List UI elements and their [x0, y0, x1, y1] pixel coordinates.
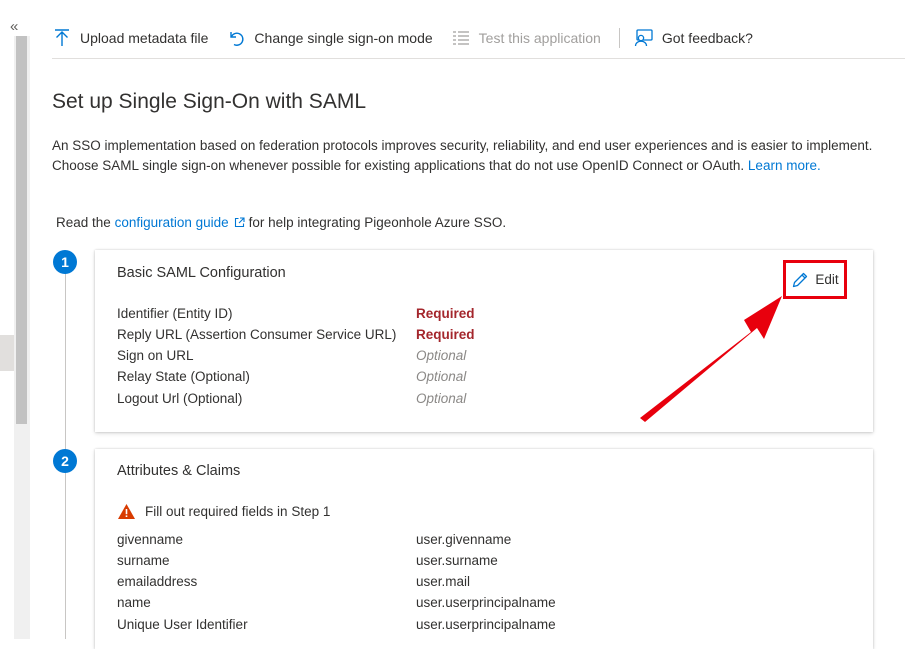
claim-row: surname user.surname [117, 553, 498, 568]
edit-basic-saml-button[interactable]: Edit [783, 260, 847, 299]
feedback-button[interactable]: Got feedback? [634, 28, 753, 48]
config-row-relay-state: Relay State (Optional) Optional [117, 369, 466, 384]
learn-more-link[interactable]: Learn more. [748, 158, 821, 173]
claim-name: givenname [117, 532, 184, 547]
configuration-guide-link[interactable]: configuration guide [115, 215, 229, 230]
page-title: Set up Single Sign-On with SAML [52, 90, 366, 113]
config-row-key: Relay State (Optional) [117, 369, 250, 384]
config-row-key: Identifier (Entity ID) [117, 306, 233, 321]
edit-label: Edit [815, 272, 839, 287]
upload-metadata-button[interactable]: Upload metadata file [52, 28, 208, 48]
claim-row: name user.userprincipalname [117, 595, 556, 610]
config-row-sign-on-url: Sign on URL Optional [117, 348, 466, 363]
undo-arrow-icon [226, 28, 246, 48]
claim-name: name [117, 595, 151, 610]
configuration-guide-line: Read the configuration guide for help int… [56, 215, 506, 231]
config-row-reply-url: Reply URL (Assertion Consumer Service UR… [117, 327, 475, 342]
warning-text: Fill out required fields in Step 1 [145, 504, 331, 519]
config-row-logout-url: Logout Url (Optional) Optional [117, 391, 466, 406]
card-title: Attributes & Claims [117, 463, 241, 479]
upload-metadata-label: Upload metadata file [80, 30, 209, 46]
claim-name: Unique User Identifier [117, 617, 248, 632]
claim-value: user.givenname [416, 532, 512, 547]
config-row-identifier: Identifier (Entity ID) Required [117, 306, 475, 321]
config-row-status: Required [416, 306, 475, 321]
attributes-claims-card: Attributes & Claims Fill out required fi… [95, 449, 873, 649]
read-prefix: Read the [56, 215, 111, 230]
feedback-label: Got feedback? [661, 30, 753, 46]
claim-row: emailaddress user.mail [117, 574, 470, 589]
config-row-key: Sign on URL [117, 348, 194, 363]
step-2-badge: 2 [53, 449, 77, 473]
double-chevron-left-icon[interactable]: « [10, 19, 18, 34]
config-row-key: Reply URL (Assertion Consumer Service UR… [117, 327, 397, 342]
scrollbar-thumb[interactable] [16, 36, 27, 424]
claim-value: user.mail [416, 574, 471, 589]
left-strip-marker [0, 335, 14, 371]
read-suffix: for help integrating Pigeonhole Azure SS… [248, 215, 507, 230]
intro-paragraph: An SSO implementation based on federatio… [52, 136, 902, 175]
config-row-status: Required [416, 327, 475, 342]
toolbar-separator [618, 28, 620, 48]
claim-value: user.userprincipalname [416, 595, 556, 610]
command-bar: Upload metadata file Change single sign-… [52, 18, 905, 59]
feedback-person-icon [634, 28, 654, 48]
claim-value: user.surname [416, 553, 498, 568]
checklist-icon [451, 28, 471, 48]
test-application-button[interactable]: Test this application [451, 28, 601, 48]
change-sso-mode-label: Change single sign-on mode [254, 30, 433, 46]
card-title: Basic SAML Configuration [117, 265, 286, 281]
upload-arrow-icon [52, 28, 72, 48]
change-sso-mode-button[interactable]: Change single sign-on mode [226, 28, 433, 48]
claim-name: emailaddress [117, 574, 198, 589]
claim-row: Unique User Identifier user.userprincipa… [117, 617, 556, 632]
claim-value: user.userprincipalname [416, 617, 556, 632]
left-collapse-strip: « [0, 0, 33, 639]
warning-triangle-icon [117, 503, 136, 520]
config-row-status: Optional [416, 369, 467, 384]
claim-row: givenname user.givenname [117, 532, 511, 547]
claim-name: surname [117, 553, 170, 568]
config-row-status: Optional [416, 391, 467, 406]
config-row-key: Logout Url (Optional) [117, 391, 243, 406]
test-application-label: Test this application [478, 30, 601, 46]
external-link-icon[interactable] [234, 216, 245, 231]
pencil-icon [791, 271, 809, 289]
required-fields-warning: Fill out required fields in Step 1 [117, 503, 330, 520]
config-row-status: Optional [416, 348, 467, 363]
step-1-badge: 1 [53, 250, 77, 274]
basic-saml-configuration-card: Basic SAML Configuration Identifier (Ent… [95, 250, 873, 432]
